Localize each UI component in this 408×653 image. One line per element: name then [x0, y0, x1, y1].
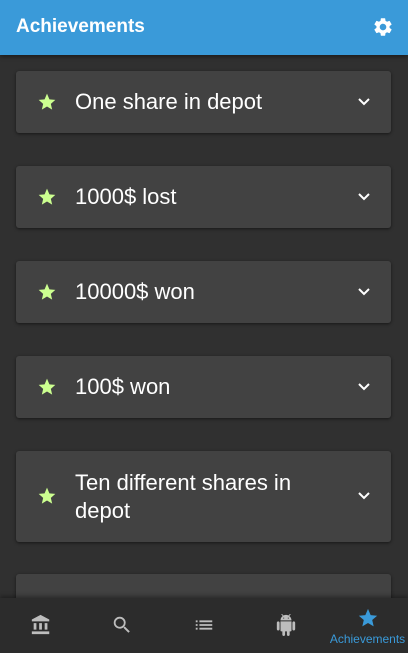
chevron-down-icon[interactable]	[357, 192, 371, 202]
nav-item-search[interactable]	[81, 598, 162, 653]
chevron-down-icon[interactable]	[357, 382, 371, 392]
app-window: Achievements One share in depot 1000$ lo…	[0, 0, 408, 653]
chevron-down-icon[interactable]	[357, 97, 371, 107]
achievement-label: 1000$ lost	[75, 184, 177, 209]
achievement-label: 10000$ won	[75, 279, 195, 304]
star-icon	[38, 487, 56, 504]
achievement-card[interactable]: One share in depot	[16, 71, 391, 133]
achievement-label: Ten different shares in depot	[75, 470, 292, 523]
achievement-label: One share in depot	[75, 89, 263, 114]
bottom-navigation: Achievements	[0, 598, 408, 653]
star-icon	[38, 378, 56, 395]
chevron-down-icon[interactable]	[357, 287, 371, 297]
search-icon	[113, 616, 130, 633]
star-icon	[38, 283, 56, 300]
achievement-card[interactable]: 100$ won	[16, 356, 391, 418]
app-bar: Achievements	[0, 0, 408, 55]
nav-label-achievements: Achievements	[329, 632, 406, 646]
achievement-card[interactable]: 10000$ won	[16, 261, 391, 323]
star-icon	[38, 188, 56, 205]
page-title: Achievements	[16, 16, 145, 37]
achievement-list: One share in depot 1000$ lost 10000$ won	[0, 55, 408, 598]
nav-item-list[interactable]	[163, 598, 244, 653]
android-icon	[276, 614, 296, 636]
nav-item-android[interactable]	[245, 598, 326, 653]
achievement-card[interactable]: Ten different shares in depot	[16, 451, 391, 542]
list-icon	[195, 620, 213, 630]
achievement-label: 100$ won	[75, 374, 171, 399]
star-icon	[38, 93, 56, 110]
achievement-card[interactable]: 1000$ lost	[16, 166, 391, 228]
gear-icon[interactable]	[372, 16, 394, 38]
achievement-card-partial[interactable]	[16, 574, 391, 598]
nav-item-achievements[interactable]: Achievements	[327, 598, 408, 653]
chevron-down-icon[interactable]	[357, 491, 371, 501]
nav-item-bank[interactable]	[0, 598, 81, 653]
star-icon	[358, 608, 378, 627]
bank-icon	[31, 614, 50, 635]
